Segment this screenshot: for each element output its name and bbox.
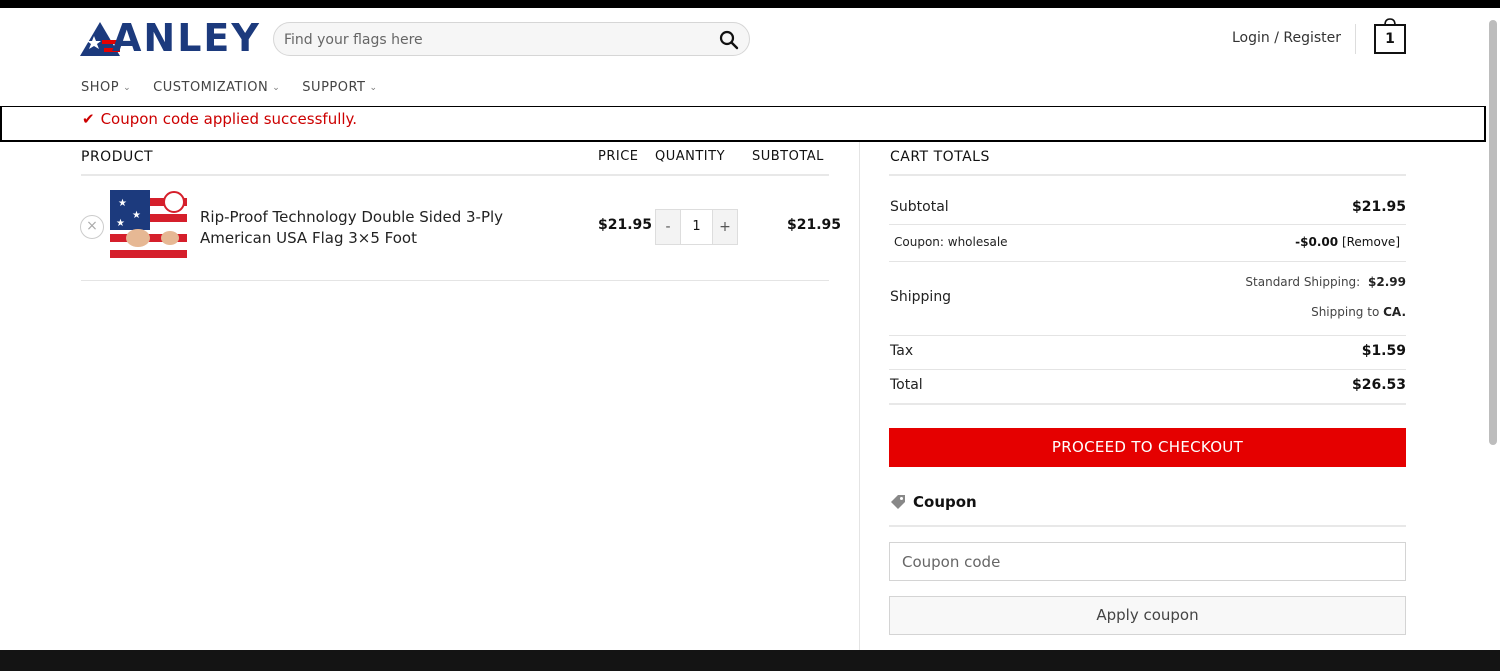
item-price: $21.95 (598, 217, 653, 233)
coupon-heading: Coupon (890, 493, 977, 511)
success-notice: ✔ Coupon code applied successfully. (0, 106, 1486, 142)
coupon-code-input[interactable] (889, 542, 1406, 581)
table-header-divider (81, 174, 829, 176)
main-nav: SHOP ⌄ CUSTOMIZATION ⌄ SUPPORT ⌄ (81, 80, 378, 95)
row-divider (81, 280, 829, 281)
chevron-down-icon: ⌄ (369, 82, 378, 93)
proceed-to-checkout-button[interactable]: PROCEED TO CHECKOUT (889, 428, 1406, 467)
search-icon[interactable] (719, 30, 739, 50)
item-subtotal: $21.95 (787, 217, 842, 233)
notice-content: ✔ Coupon code applied successfully. (82, 110, 357, 128)
tag-icon (891, 495, 905, 509)
qty-increase-button[interactable]: + (713, 210, 737, 244)
search-bar[interactable] (273, 22, 750, 56)
checkmark-icon: ✔ (82, 110, 95, 128)
divider (889, 261, 1406, 262)
svg-text:★: ★ (116, 218, 125, 229)
divider (889, 224, 1406, 225)
shipping-dest-value: CA. (1383, 305, 1406, 319)
divider (889, 369, 1406, 370)
nav-label: SHOP (81, 80, 120, 95)
nav-label: SUPPORT (302, 80, 366, 95)
coupon-remove-link[interactable]: [Remove] (1342, 235, 1400, 249)
shipping-to-label: Shipping to (1311, 305, 1380, 319)
quantity-stepper[interactable]: - 1 + (655, 209, 738, 245)
divider (889, 335, 1406, 336)
shipping-method: Standard Shipping: $2.99 (1245, 275, 1406, 289)
divider (889, 525, 1406, 527)
subtotal-label: Subtotal (890, 199, 949, 215)
nav-item-customization[interactable]: CUSTOMIZATION ⌄ (153, 80, 280, 95)
site-logo[interactable]: ANLEY (80, 16, 259, 60)
shipping-method-label: Standard Shipping: (1245, 275, 1361, 289)
column-divider (859, 142, 860, 650)
product-name-link[interactable]: Rip-Proof Technology Double Sided 3-Ply … (200, 207, 560, 249)
login-register-link[interactable]: Login / Register (1232, 30, 1341, 46)
logo-text: ANLEY (112, 16, 261, 60)
totals-header-divider (889, 174, 1406, 176)
notice-message: Coupon code applied successfully. (100, 110, 358, 128)
coupon-heading-text: Coupon (913, 493, 977, 511)
chevron-down-icon: ⌄ (123, 82, 132, 93)
shipping-destination: Shipping to CA. (1311, 305, 1406, 319)
shipping-value: $2.99 (1368, 275, 1406, 289)
header-quantity: QUANTITY (655, 149, 726, 164)
total-value: $26.53 (1351, 377, 1406, 393)
apply-coupon-button[interactable]: Apply coupon (889, 596, 1406, 635)
divider (889, 403, 1406, 405)
svg-text:★: ★ (132, 210, 141, 221)
remove-item-button[interactable]: × (80, 215, 104, 239)
nav-item-shop[interactable]: SHOP ⌄ (81, 80, 131, 95)
subtotal-value: $21.95 (1351, 199, 1406, 215)
product-thumbnail[interactable]: ★ ★ ★ (110, 190, 187, 265)
shipping-label: Shipping (890, 289, 952, 305)
coupon-label: Coupon: wholesale (894, 235, 1008, 249)
nav-label: CUSTOMIZATION (153, 80, 269, 95)
qty-decrease-button[interactable]: - (656, 210, 680, 244)
footer-bar (0, 650, 1500, 671)
qty-input[interactable]: 1 (680, 210, 713, 244)
cart-button[interactable]: 1 (1374, 17, 1406, 54)
tax-label: Tax (890, 343, 914, 359)
nav-item-support[interactable]: SUPPORT ⌄ (302, 80, 377, 95)
search-input[interactable] (284, 30, 704, 50)
coupon-row: -$0.00 [Remove] (1295, 235, 1400, 249)
header-divider (1355, 24, 1356, 54)
header-product: PRODUCT (81, 149, 154, 165)
total-label: Total (890, 377, 923, 393)
flag-product-image: ★ ★ ★ (110, 190, 187, 265)
top-bar (0, 0, 1500, 8)
header-subtotal: SUBTOTAL (752, 149, 824, 164)
header-price: PRICE (598, 149, 639, 164)
svg-text:★: ★ (118, 198, 127, 209)
cart-count: 1 (1385, 31, 1395, 47)
scrollbar-thumb[interactable] (1489, 20, 1497, 445)
chevron-down-icon: ⌄ (272, 82, 281, 93)
tax-value: $1.59 (1361, 343, 1406, 359)
cart-totals-title: CART TOTALS (890, 149, 990, 165)
scrollbar[interactable] (1486, 8, 1500, 650)
coupon-discount-value: -$0.00 (1295, 235, 1339, 249)
